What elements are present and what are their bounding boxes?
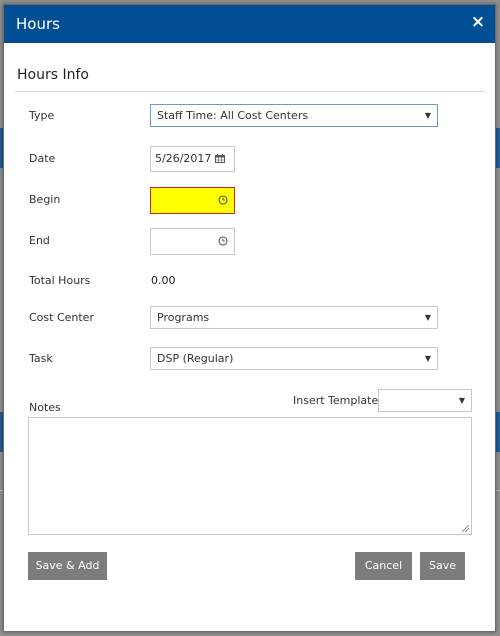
date-label: Date [29,152,56,165]
cost-center-label: Cost Center [29,311,94,324]
notes-label: Notes [29,401,61,414]
total-hours-label: Total Hours [29,274,91,287]
clock-icon[interactable] [218,195,228,205]
date-input[interactable]: 5/26/2017 [150,146,235,172]
clock-icon[interactable] [218,236,228,246]
hours-modal: Hours × Hours Info Type Staff Time: All … [3,4,496,632]
end-label: End [29,234,50,247]
chevron-down-icon: ▼ [424,111,431,120]
total-hours-value: 0.00 [151,274,176,287]
begin-time-input[interactable] [150,187,235,214]
cancel-button[interactable]: Cancel [355,552,412,580]
type-label: Type [29,109,55,122]
cost-center-value: Programs [157,311,210,324]
calendar-icon[interactable] [215,154,225,163]
close-icon[interactable]: × [470,13,486,31]
insert-template-label: Insert Template [293,394,379,407]
save-and-add-button[interactable]: Save & Add [28,552,107,580]
end-time-input[interactable] [150,228,235,255]
chevron-down-icon: ▼ [424,313,431,322]
section-title: Hours Info [17,67,89,83]
task-value: DSP (Regular) [157,352,234,365]
type-select[interactable]: Staff Time: All Cost Centers ▼ [150,104,438,127]
begin-label: Begin [29,193,61,206]
date-value: 5/26/2017 [155,152,212,165]
insert-template-select[interactable]: ▼ [378,389,472,412]
modal-title: Hours [16,15,60,33]
task-label: Task [29,352,53,365]
chevron-down-icon: ▼ [424,354,431,363]
notes-textarea[interactable] [28,417,472,535]
save-button[interactable]: Save [420,552,465,580]
cost-center-select[interactable]: Programs ▼ [150,306,438,329]
task-select[interactable]: DSP (Regular) ▼ [150,347,438,370]
section-divider [15,91,485,92]
resize-grip-icon[interactable] [462,525,469,532]
modal-header: Hours × [4,5,495,43]
type-select-value: Staff Time: All Cost Centers [157,109,309,122]
chevron-down-icon: ▼ [458,396,465,405]
